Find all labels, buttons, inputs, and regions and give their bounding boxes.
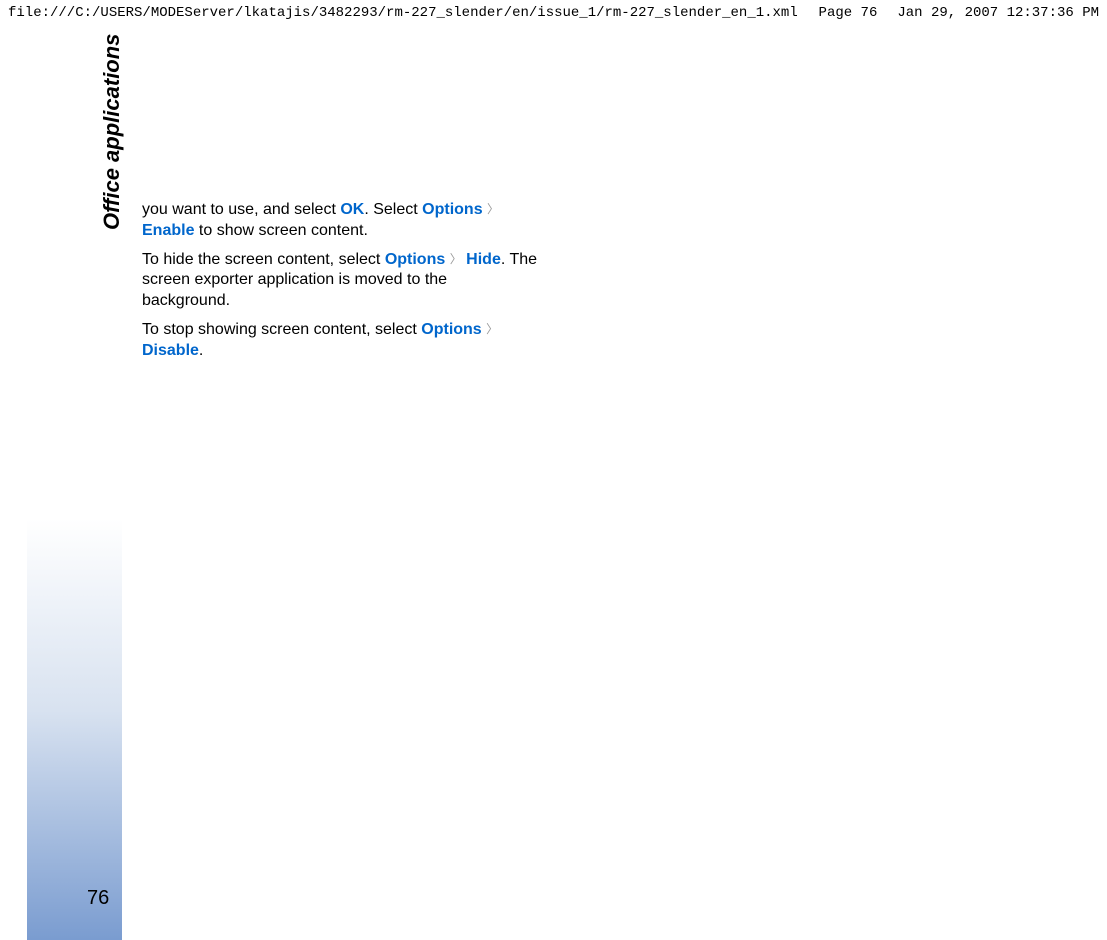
enable-link: Enable: [142, 222, 194, 239]
text: to show screen content.: [194, 222, 367, 239]
disable-link: Disable: [142, 342, 199, 359]
page-content: you want to use, and select OK. Select O…: [142, 200, 537, 370]
sidebar-gradient: [27, 175, 122, 940]
text: .: [199, 342, 203, 359]
chevron-right-icon: 〉: [450, 252, 462, 266]
paragraph-2: To hide the screen content, select Optio…: [142, 250, 537, 312]
document-page: Office applications 76 you want to use, …: [27, 175, 577, 940]
page-label: Page 76: [799, 5, 898, 21]
file-path: file:///C:/USERS/MODEServer/lkatajis/348…: [8, 5, 799, 21]
ok-link: OK: [340, 201, 364, 218]
text: you want to use, and select: [142, 201, 340, 218]
paragraph-3: To stop showing screen content, select O…: [142, 320, 537, 362]
options-link: Options: [422, 201, 482, 218]
options-link: Options: [385, 251, 445, 268]
timestamp: Jan 29, 2007 12:37:36 PM: [897, 5, 1099, 21]
chevron-right-icon: 〉: [487, 202, 499, 216]
section-title: Office applications: [99, 30, 125, 230]
print-header: file:///C:/USERS/MODEServer/lkatajis/348…: [0, 0, 1107, 26]
chevron-right-icon: 〉: [486, 322, 498, 336]
page-number: 76: [87, 887, 109, 910]
hide-link: Hide: [466, 251, 501, 268]
text: To stop showing screen content, select: [142, 321, 421, 338]
options-link: Options: [421, 321, 481, 338]
text: To hide the screen content, select: [142, 251, 385, 268]
text: . Select: [364, 201, 422, 218]
paragraph-1: you want to use, and select OK. Select O…: [142, 200, 537, 242]
